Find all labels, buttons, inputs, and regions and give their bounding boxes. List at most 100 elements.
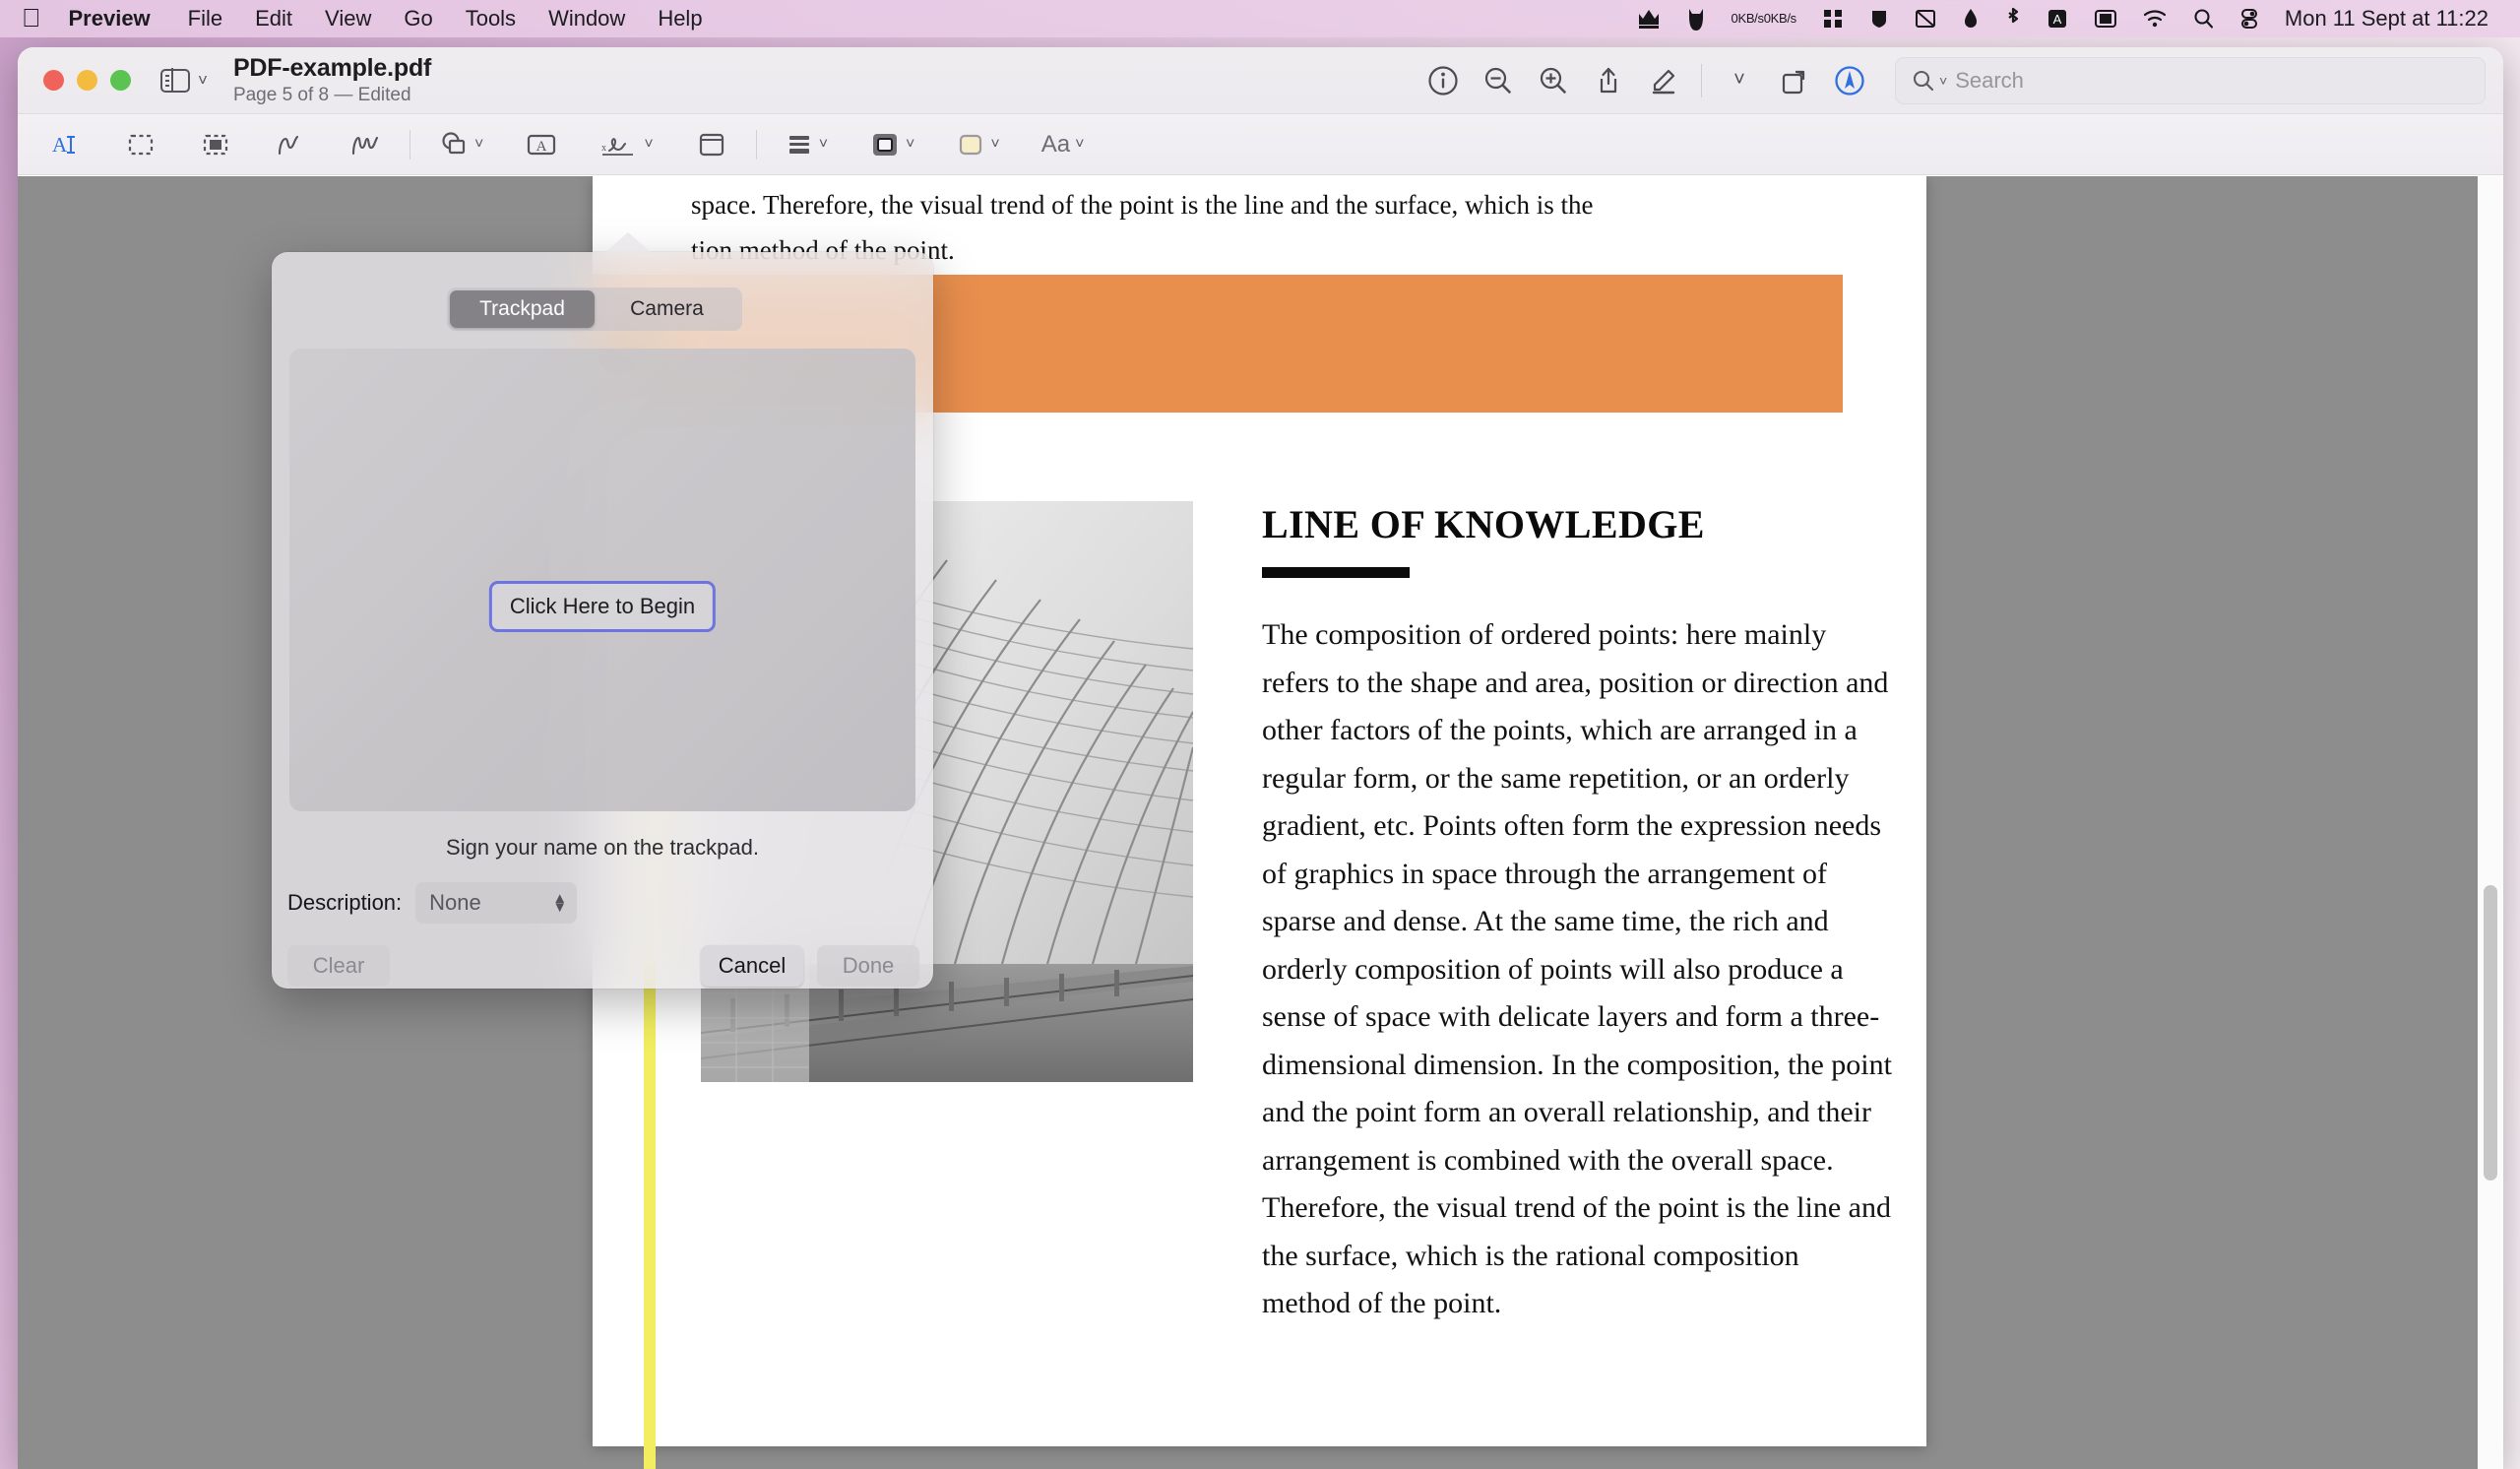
signature-popover: Trackpad Camera Click Here to Begin Sign… — [272, 232, 933, 989]
cancel-button[interactable]: Cancel — [701, 945, 803, 987]
click-here-to-begin-button[interactable]: Click Here to Begin — [488, 581, 717, 632]
annotate-icon[interactable] — [1822, 56, 1877, 105]
dropbox-icon[interactable] — [1869, 0, 1889, 37]
stepper-arrows-icon[interactable]: ▲ ▼ — [552, 891, 567, 915]
shapes-icon[interactable]: ˅ — [432, 122, 489, 167]
menu-tools[interactable]: Tools — [466, 6, 516, 32]
chevron-down-icon: ˅ — [906, 135, 915, 153]
knowledge-column: LINE OF KNOWLEDGE The composition of ord… — [1262, 501, 1892, 1328]
draw-icon[interactable] — [343, 122, 388, 167]
zoom-out-icon[interactable] — [1471, 56, 1526, 105]
body-paragraph: The composition of ordered points: here … — [1262, 618, 1892, 1319]
menu-go[interactable]: Go — [404, 6, 432, 32]
text-style-label: Aa — [1040, 130, 1071, 158]
menu-preview[interactable]: Preview — [69, 6, 151, 32]
signature-source-tabs: Trackpad Camera — [447, 287, 742, 331]
photos-sync-icon[interactable] — [1915, 0, 1936, 37]
chevron-down-icon: ˅ — [1075, 135, 1085, 153]
net-download-speed: 0KB/s — [1763, 11, 1796, 27]
chevron-down-icon: ˅ — [644, 135, 654, 153]
search-icon — [1913, 70, 1934, 91]
markup-toolbar: A ˅ A x ˅ ˅ ˅ ˅ Aa ˅ — [18, 114, 2503, 175]
search-placeholder: Search — [1955, 67, 2024, 93]
share-icon[interactable] — [1581, 56, 1636, 105]
chevron-down-icon: ˅ — [198, 70, 208, 90]
bluetooth-icon[interactable] — [2005, 0, 2021, 37]
tab-trackpad[interactable]: Trackpad — [450, 290, 595, 328]
clipped-paragraph-line: space. Therefore, the visual trend of th… — [691, 190, 1594, 220]
page-title: PDF-example.pdf — [232, 54, 432, 82]
fill-color-icon[interactable]: ˅ — [950, 122, 1005, 167]
menu-bar:  Preview File Edit View Go Tools Window… — [0, 0, 2520, 37]
text-style-icon[interactable]: Aa ˅ — [1036, 122, 1091, 167]
droplet-icon[interactable] — [1962, 0, 1980, 37]
signature-icon[interactable]: x ˅ — [594, 122, 659, 167]
clear-button[interactable]: Clear — [287, 945, 390, 987]
info-icon[interactable] — [1416, 56, 1471, 105]
chevron-down-icon[interactable]: ˅ — [1939, 73, 1947, 89]
menu-view[interactable]: View — [325, 6, 371, 32]
trackpad-signature-area[interactable]: Click Here to Begin — [289, 349, 915, 811]
rectangular-selection-icon[interactable] — [118, 122, 163, 167]
cat-icon[interactable] — [1686, 0, 1706, 37]
window-title-bar: ˅ PDF-example.pdf Page 5 of 8 — Edited ˅… — [18, 47, 2503, 114]
zoom-button[interactable] — [110, 70, 131, 91]
note-icon[interactable] — [689, 122, 734, 167]
network-speed-icon[interactable]: 0KB/s 0KB/s — [1731, 0, 1797, 37]
minimize-button[interactable] — [77, 70, 97, 91]
section-heading: LINE OF KNOWLEDGE — [1262, 502, 1705, 546]
text-box-icon[interactable]: A — [519, 122, 564, 167]
svg-text:A: A — [52, 133, 68, 157]
markup-pen-icon[interactable] — [1636, 56, 1691, 105]
menu-window[interactable]: Window — [548, 6, 625, 32]
control-center-icon[interactable] — [2239, 0, 2259, 37]
svg-text:A: A — [536, 139, 547, 155]
description-select[interactable]: None ▲ ▼ — [415, 882, 578, 924]
sidebar-toggle-button[interactable]: ˅ — [160, 68, 208, 93]
crown-icon[interactable] — [1637, 0, 1661, 37]
menu-edit[interactable]: Edit — [255, 6, 292, 32]
toolbar-divider — [755, 129, 757, 160]
svg-text:A: A — [2053, 12, 2062, 27]
toolbar-divider — [1701, 63, 1702, 97]
screen-mirroring-icon[interactable] — [2094, 0, 2117, 37]
svg-text:x: x — [601, 143, 606, 154]
vertical-scrollbar[interactable] — [2478, 176, 2503, 1469]
done-button[interactable]: Done — [817, 945, 919, 987]
chevron-down-icon: ˅ — [474, 135, 484, 153]
preview-window: ˅ PDF-example.pdf Page 5 of 8 — Edited ˅… — [18, 47, 2503, 1469]
chevron-down-icon: ˅ — [990, 135, 1000, 153]
search-input[interactable]: ˅ Search — [1895, 56, 2486, 104]
description-label: Description: — [287, 890, 403, 915]
input-source-icon[interactable]: A — [2047, 0, 2068, 37]
desktop:  Preview File Edit View Go Tools Window… — [0, 0, 2520, 1469]
border-color-icon[interactable]: ˅ — [863, 122, 920, 167]
chevron-down-icon[interactable]: ˅ — [1712, 56, 1767, 105]
close-button[interactable] — [43, 70, 64, 91]
menu-bar-clock[interactable]: Mon 11 Sept at 11:22 — [2285, 6, 2488, 32]
text-selection-icon[interactable]: A — [43, 122, 89, 167]
sketch-icon[interactable] — [268, 122, 313, 167]
menu-file[interactable]: File — [188, 6, 222, 32]
description-row: Description: None ▲ ▼ — [287, 882, 578, 924]
popover-button-row: Clear Cancel Done — [272, 945, 933, 996]
apple-menu-icon[interactable]:  — [22, 5, 41, 31]
traffic-light-buttons — [43, 70, 131, 91]
wifi-icon[interactable] — [2143, 0, 2167, 37]
page-status: Page 5 of 8 — Edited — [232, 85, 411, 105]
sidebar-icon — [160, 68, 190, 93]
menu-help[interactable]: Help — [658, 6, 702, 32]
zoom-in-icon[interactable] — [1526, 56, 1581, 105]
description-value: None — [429, 890, 481, 915]
net-upload-speed: 0KB/s — [1731, 11, 1764, 27]
trackpad-hint-text: Sign your name on the trackpad. — [446, 835, 759, 860]
chevron-down-icon: ˅ — [818, 135, 829, 153]
shape-style-icon[interactable]: ˅ — [779, 122, 834, 167]
spotlight-search-icon[interactable] — [2192, 0, 2214, 37]
instant-alpha-icon[interactable] — [193, 122, 238, 167]
scrollbar-thumb[interactable] — [2484, 885, 2497, 1181]
tab-camera[interactable]: Camera — [595, 290, 739, 328]
shortcuts-icon[interactable] — [1822, 0, 1844, 37]
document-title-group: PDF-example.pdf Page 5 of 8 — Edited — [233, 54, 431, 106]
rotate-icon[interactable] — [1767, 56, 1822, 105]
